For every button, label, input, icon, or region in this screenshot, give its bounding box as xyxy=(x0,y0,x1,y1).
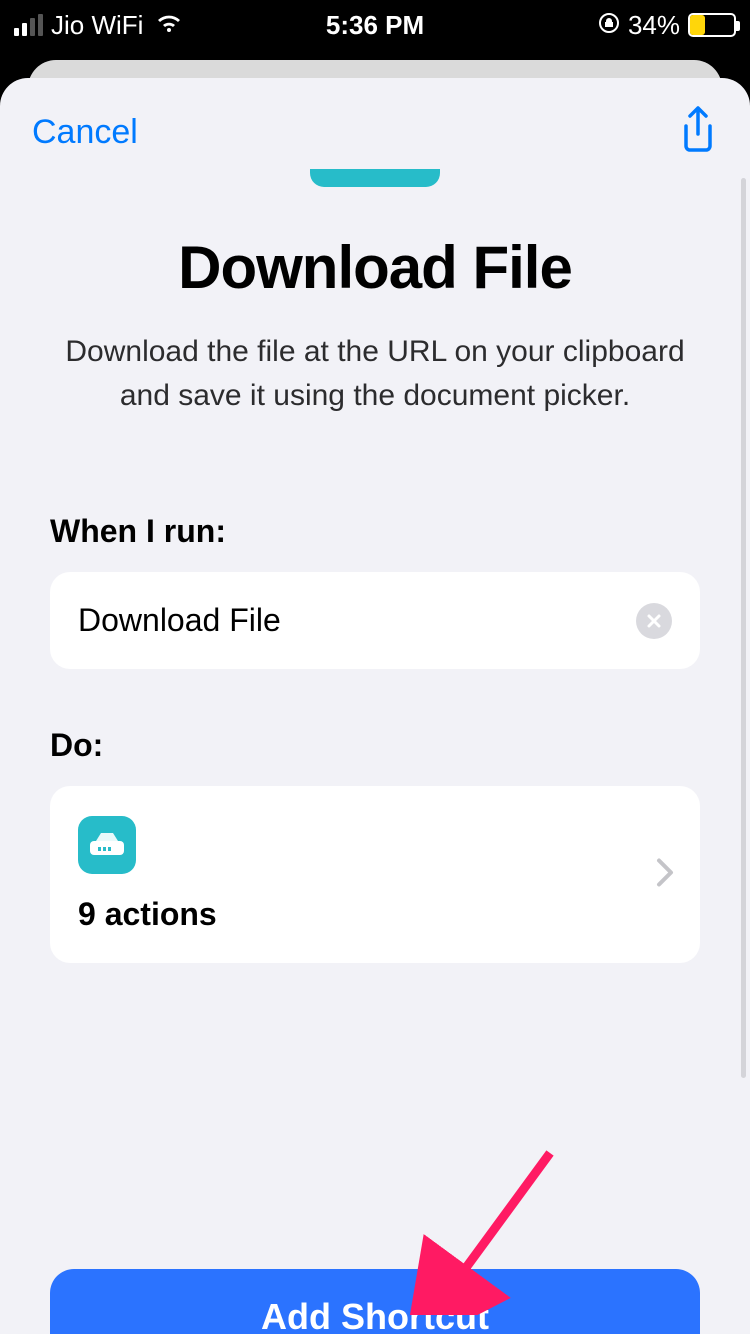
add-shortcut-button[interactable]: Add Shortcut xyxy=(50,1269,700,1334)
cancel-button[interactable]: Cancel xyxy=(32,113,138,152)
shortcut-name-card[interactable]: Download File xyxy=(50,572,700,669)
shortcut-name-value: Download File xyxy=(78,602,636,639)
cellular-signal-icon xyxy=(14,14,43,36)
battery-percent: 34% xyxy=(628,10,680,41)
when-i-run-label: When I run: xyxy=(50,513,700,550)
orientation-lock-icon xyxy=(598,10,620,41)
status-left: Jio WiFi xyxy=(14,10,183,41)
close-icon xyxy=(645,612,663,630)
sheet-nav: Cancel xyxy=(0,78,750,169)
shortcut-color-pill xyxy=(310,169,440,187)
clear-name-button[interactable] xyxy=(636,603,672,639)
wifi-icon xyxy=(155,10,183,41)
share-button[interactable] xyxy=(678,106,718,159)
modal-sheet: Cancel Download File Download the file a… xyxy=(0,78,750,1334)
shortcut-app-icon xyxy=(78,816,136,874)
actions-count-label: 9 actions xyxy=(78,896,672,933)
page-subtitle: Download the file at the URL on your cli… xyxy=(50,330,700,417)
chevron-right-icon xyxy=(656,857,674,892)
sheet-content: Download File Download the file at the U… xyxy=(0,169,750,1334)
battery-fill xyxy=(690,15,705,35)
battery-icon xyxy=(688,13,736,37)
drive-icon xyxy=(90,833,124,857)
actions-card[interactable]: 9 actions xyxy=(50,786,700,963)
do-label: Do: xyxy=(50,727,700,764)
share-icon xyxy=(678,106,718,154)
clock: 5:36 PM xyxy=(326,10,424,41)
device-frame: Jio WiFi 5:36 PM 34% Cancel xyxy=(0,0,750,1334)
status-bar: Jio WiFi 5:36 PM 34% xyxy=(0,0,750,50)
carrier-label: Jio WiFi xyxy=(51,10,143,41)
status-right: 34% xyxy=(598,10,736,41)
page-title: Download File xyxy=(50,233,700,302)
